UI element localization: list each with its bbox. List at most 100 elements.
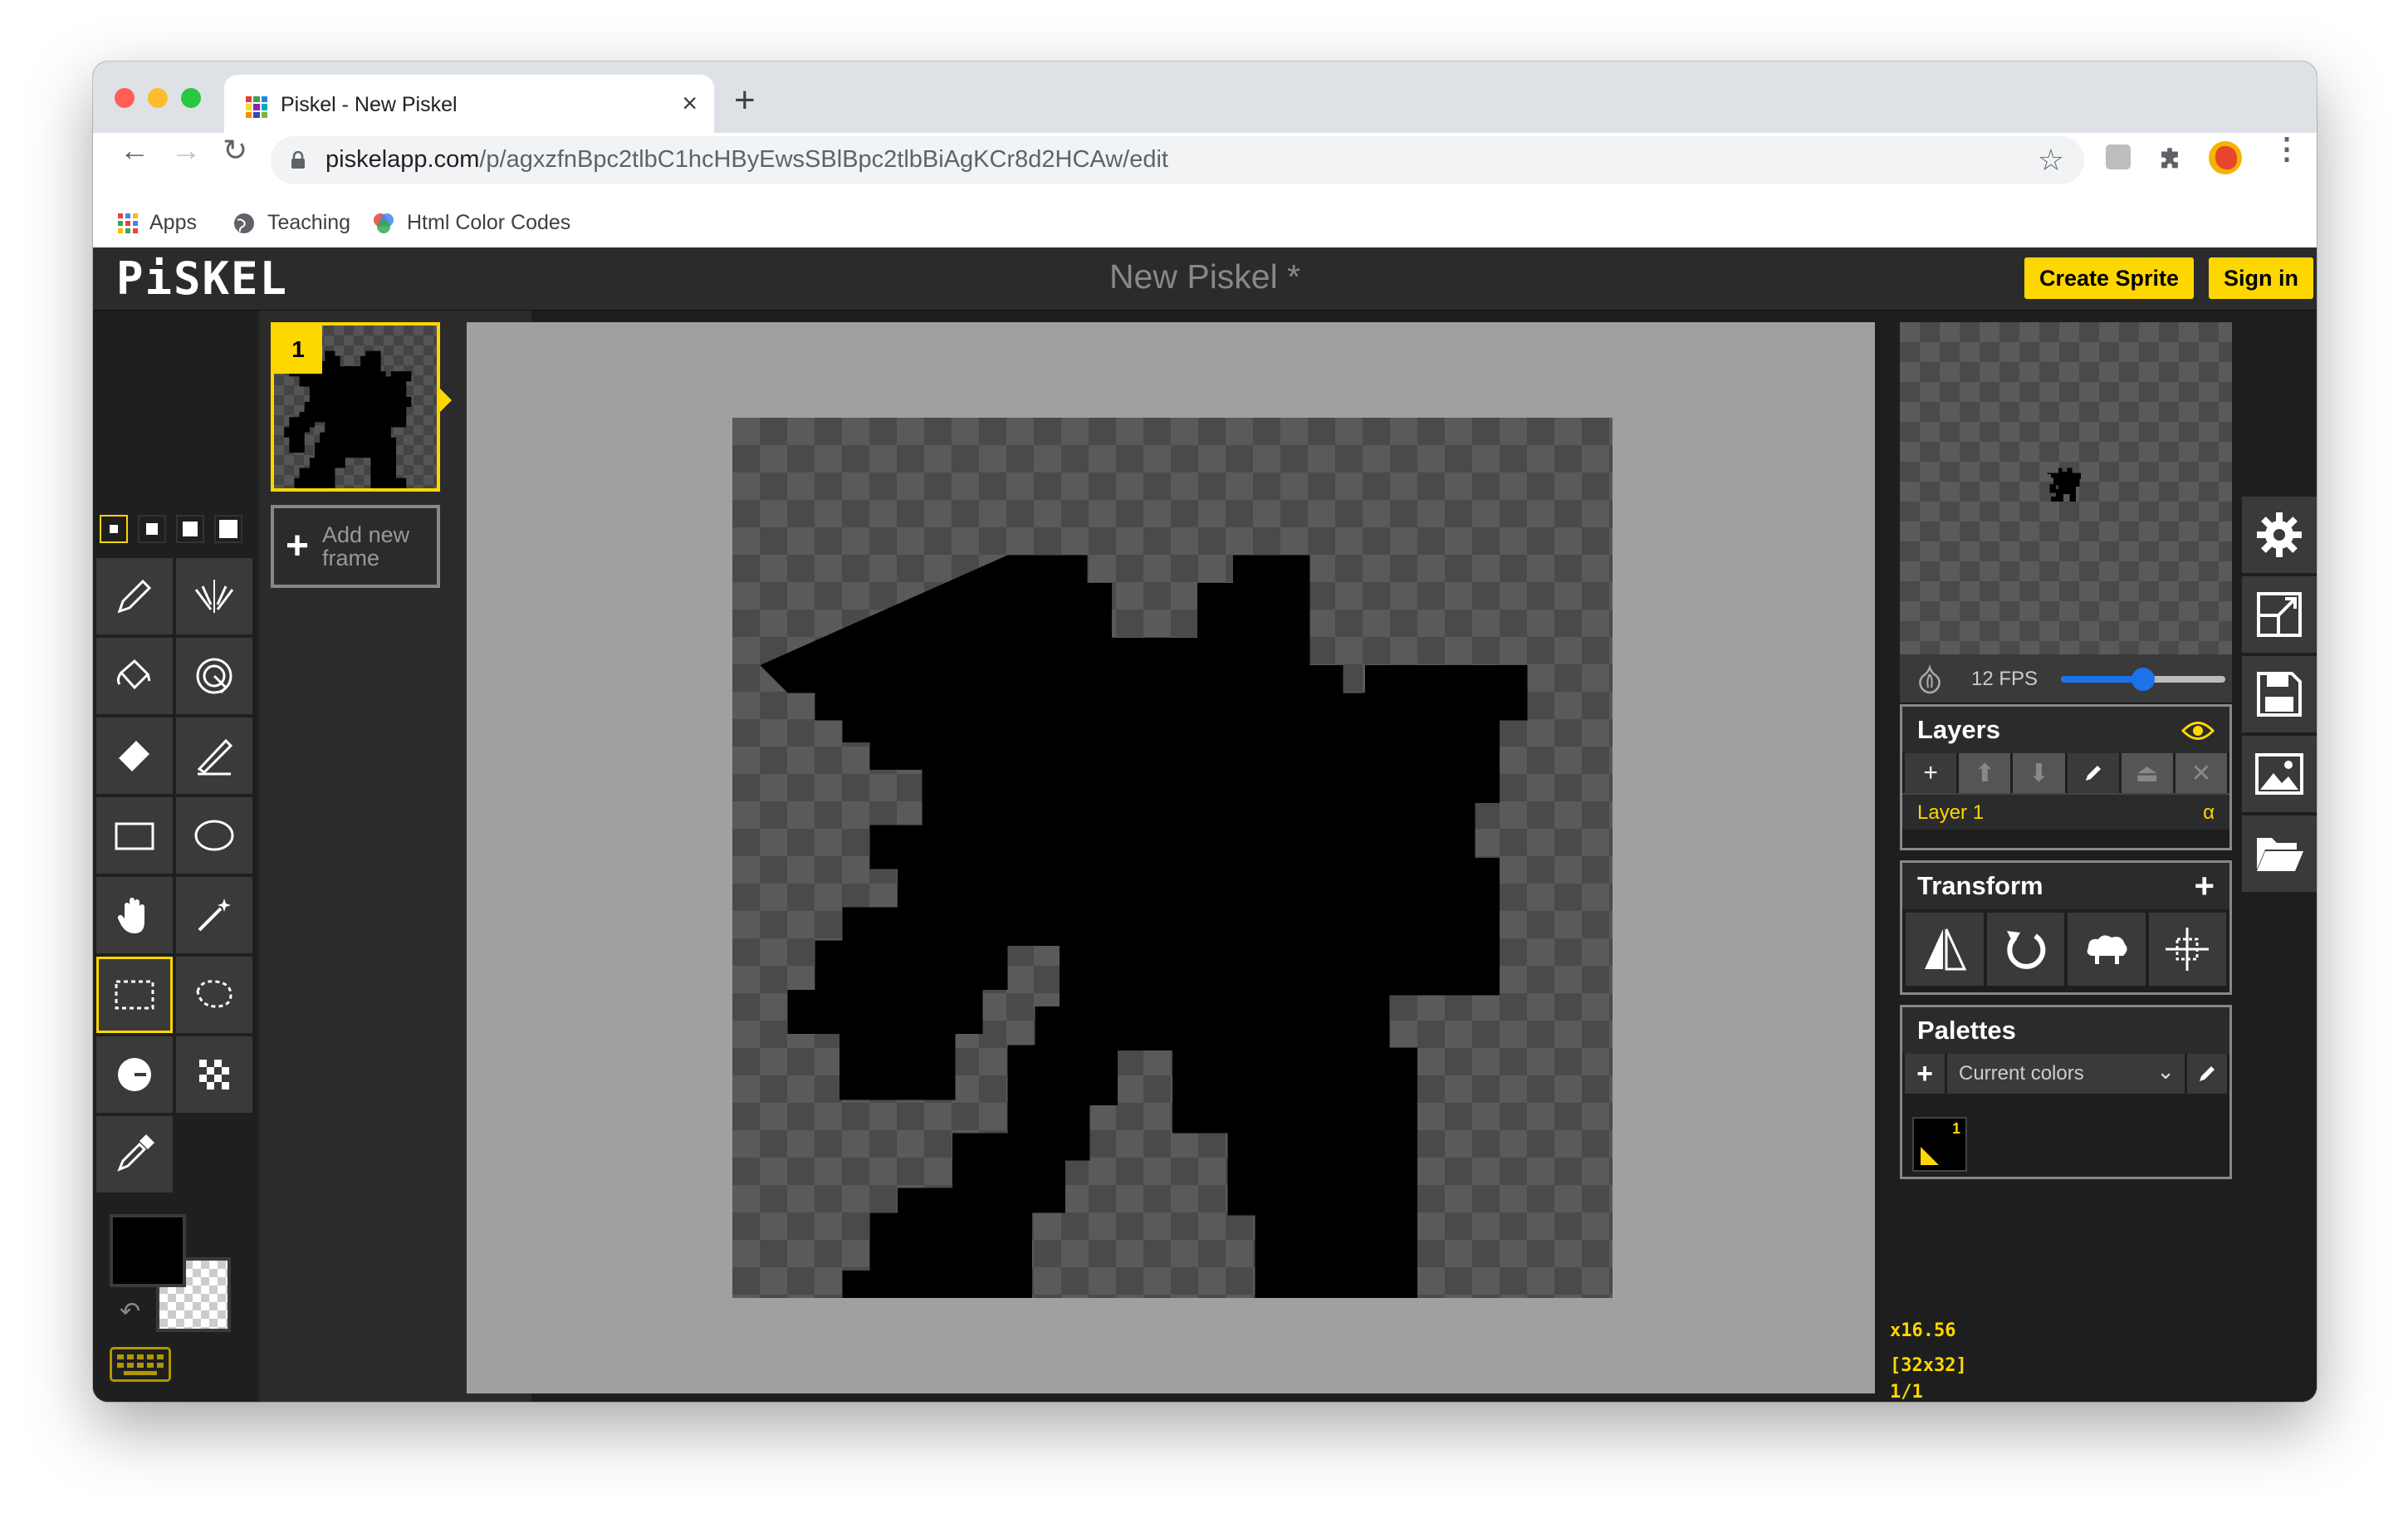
sign-in-button[interactable]: Sign in bbox=[2209, 257, 2313, 299]
circle-tool[interactable] bbox=[176, 797, 252, 874]
dithering-tool[interactable] bbox=[176, 1036, 252, 1113]
lasso-icon bbox=[196, 980, 232, 1008]
add-layer-button[interactable]: + bbox=[1905, 753, 1957, 793]
sprite-size: [32x32] bbox=[1890, 1355, 1967, 1376]
pen-size-3[interactable] bbox=[176, 515, 204, 543]
frame-index: 1/1 bbox=[1890, 1382, 1923, 1402]
pen-size-2[interactable] bbox=[138, 515, 166, 543]
rectangle-selection-tool[interactable] bbox=[96, 957, 173, 1033]
profile-avatar[interactable] bbox=[2209, 141, 2242, 174]
forward-button[interactable]: → bbox=[171, 133, 201, 168]
layers-toolbar: + ⬆ ⬇ ⏏ ✕ bbox=[1902, 753, 2229, 793]
add-new-frame-button[interactable]: + Add new frame bbox=[271, 505, 440, 588]
edit-layer-button[interactable] bbox=[2067, 753, 2119, 793]
tab-strip: Piskel - New Piskel × + bbox=[93, 61, 2317, 133]
vertical-mirror-pen-tool[interactable] bbox=[176, 558, 252, 634]
save-button[interactable] bbox=[2242, 656, 2317, 732]
edit-palette-button[interactable] bbox=[2187, 1054, 2227, 1094]
close-tab-icon[interactable]: × bbox=[682, 88, 697, 119]
browser-menu-icon[interactable]: ⋮ bbox=[2272, 131, 2302, 166]
eraser-tool[interactable] bbox=[96, 717, 173, 794]
palettes-title: Palettes bbox=[1917, 1016, 2016, 1045]
resize-button[interactable] bbox=[2242, 576, 2317, 653]
center-button[interactable] bbox=[2148, 913, 2226, 986]
layer-row[interactable]: Layer 1 α bbox=[1902, 793, 2229, 830]
palette-toolbar: + Current colors ⌄ bbox=[1902, 1054, 2229, 1094]
extension-icon[interactable] bbox=[2106, 144, 2131, 169]
export-button[interactable] bbox=[2242, 736, 2317, 812]
add-frame-label-line2: frame bbox=[322, 546, 380, 571]
reload-button[interactable]: ↻ bbox=[223, 133, 247, 168]
rectangle-tool[interactable] bbox=[96, 797, 173, 874]
shape-selection-tool[interactable] bbox=[176, 877, 252, 953]
pen-tool[interactable] bbox=[96, 558, 173, 634]
browser-tab[interactable]: Piskel - New Piskel × bbox=[224, 75, 714, 133]
layer-name: Layer 1 bbox=[1917, 801, 1985, 824]
frame-thumbnail[interactable]: 1 bbox=[271, 322, 440, 492]
minimize-window-button[interactable] bbox=[148, 88, 168, 108]
piskel-favicon-icon bbox=[246, 96, 267, 118]
fps-slider-knob[interactable] bbox=[2131, 668, 2155, 691]
rotate-button[interactable] bbox=[1986, 913, 2064, 986]
rectangle-icon bbox=[115, 822, 154, 850]
eye-icon[interactable] bbox=[2181, 720, 2215, 742]
pen-size-4[interactable] bbox=[214, 515, 242, 543]
maximize-window-button[interactable] bbox=[181, 88, 201, 108]
animation-preview[interactable] bbox=[1900, 322, 2232, 654]
document-title[interactable]: New Piskel * bbox=[93, 257, 2317, 296]
paint-bucket-tool[interactable] bbox=[96, 638, 173, 714]
palette-select[interactable]: Current colors ⌄ bbox=[1947, 1054, 2185, 1094]
add-palette-button[interactable]: + bbox=[1905, 1054, 1945, 1094]
onion-skin-icon[interactable] bbox=[1915, 664, 1945, 694]
fps-slider[interactable] bbox=[2061, 668, 2225, 691]
swap-colors-icon[interactable]: ↶ bbox=[120, 1297, 140, 1326]
layers-header: Layers bbox=[1902, 707, 2229, 753]
keyboard-shortcuts-icon[interactable] bbox=[110, 1347, 171, 1382]
lock-icon bbox=[291, 151, 305, 169]
palette-swatch[interactable]: 1 bbox=[1912, 1117, 1967, 1172]
bookmark-html-color-codes[interactable]: Html Color Codes bbox=[372, 211, 570, 235]
frame-number: 1 bbox=[274, 326, 322, 374]
paint-all-same-color-tool[interactable] bbox=[176, 638, 252, 714]
address-bar[interactable]: piskelapp.com/p/agxzfnBpc2tlbC1hcHByEwsS… bbox=[271, 136, 2084, 184]
bookmark-teaching[interactable]: Teaching bbox=[232, 211, 350, 235]
stroke-tool[interactable] bbox=[176, 717, 252, 794]
clone-button[interactable] bbox=[2068, 913, 2146, 986]
open-button[interactable] bbox=[2242, 815, 2317, 892]
color-picker-tool[interactable] bbox=[96, 1116, 173, 1192]
move-tool[interactable] bbox=[96, 877, 173, 953]
close-window-button[interactable] bbox=[115, 88, 135, 108]
transform-header: Transform + bbox=[1902, 863, 2229, 909]
tools-panel: ↶ bbox=[93, 311, 259, 1402]
tool-grid bbox=[96, 558, 252, 1192]
new-tab-button[interactable]: + bbox=[734, 80, 756, 121]
lighten-tool[interactable] bbox=[96, 1036, 173, 1113]
rotate-icon bbox=[2007, 931, 2046, 969]
layer-opacity-icon[interactable]: α bbox=[2203, 801, 2215, 824]
move-layer-down-button[interactable]: ⬇ bbox=[2013, 753, 2065, 793]
puzzle-extensions-icon[interactable] bbox=[2156, 144, 2184, 173]
right-panel: 12 FPS Layers + ⬆ ⬇ ⏏ ✕ Layer 1 α Transf… bbox=[1892, 311, 2234, 1402]
layers-panel: Layers + ⬆ ⬇ ⏏ ✕ Layer 1 α bbox=[1900, 704, 2232, 850]
resize-icon bbox=[2257, 592, 2302, 637]
back-button[interactable]: ← bbox=[120, 133, 149, 168]
lasso-selection-tool[interactable] bbox=[176, 957, 252, 1033]
sprite-drawing bbox=[760, 555, 1528, 1298]
pen-size-1[interactable] bbox=[100, 515, 128, 543]
move-layer-up-button[interactable]: ⬆ bbox=[1959, 753, 2011, 793]
merge-layer-button[interactable]: ⏏ bbox=[2121, 753, 2173, 793]
pen-size-selector bbox=[100, 515, 242, 543]
layers-title: Layers bbox=[1917, 715, 2000, 744]
expand-plus-icon[interactable]: + bbox=[2194, 866, 2215, 906]
delete-layer-button[interactable]: ✕ bbox=[2175, 753, 2228, 793]
bookmark-apps[interactable]: Apps bbox=[118, 211, 197, 235]
drawing-canvas[interactable] bbox=[732, 418, 1613, 1298]
pencil-icon bbox=[2085, 766, 2101, 781]
primary-color-swatch[interactable] bbox=[110, 1214, 186, 1287]
align-center-icon bbox=[2166, 928, 2210, 971]
bookmark-star-icon[interactable]: ☆ bbox=[2038, 143, 2064, 178]
create-sprite-button[interactable]: Create Sprite bbox=[2024, 257, 2195, 299]
flip-button[interactable] bbox=[1906, 913, 1984, 986]
drawing-stage[interactable] bbox=[467, 322, 1875, 1393]
settings-button[interactable] bbox=[2242, 497, 2317, 573]
